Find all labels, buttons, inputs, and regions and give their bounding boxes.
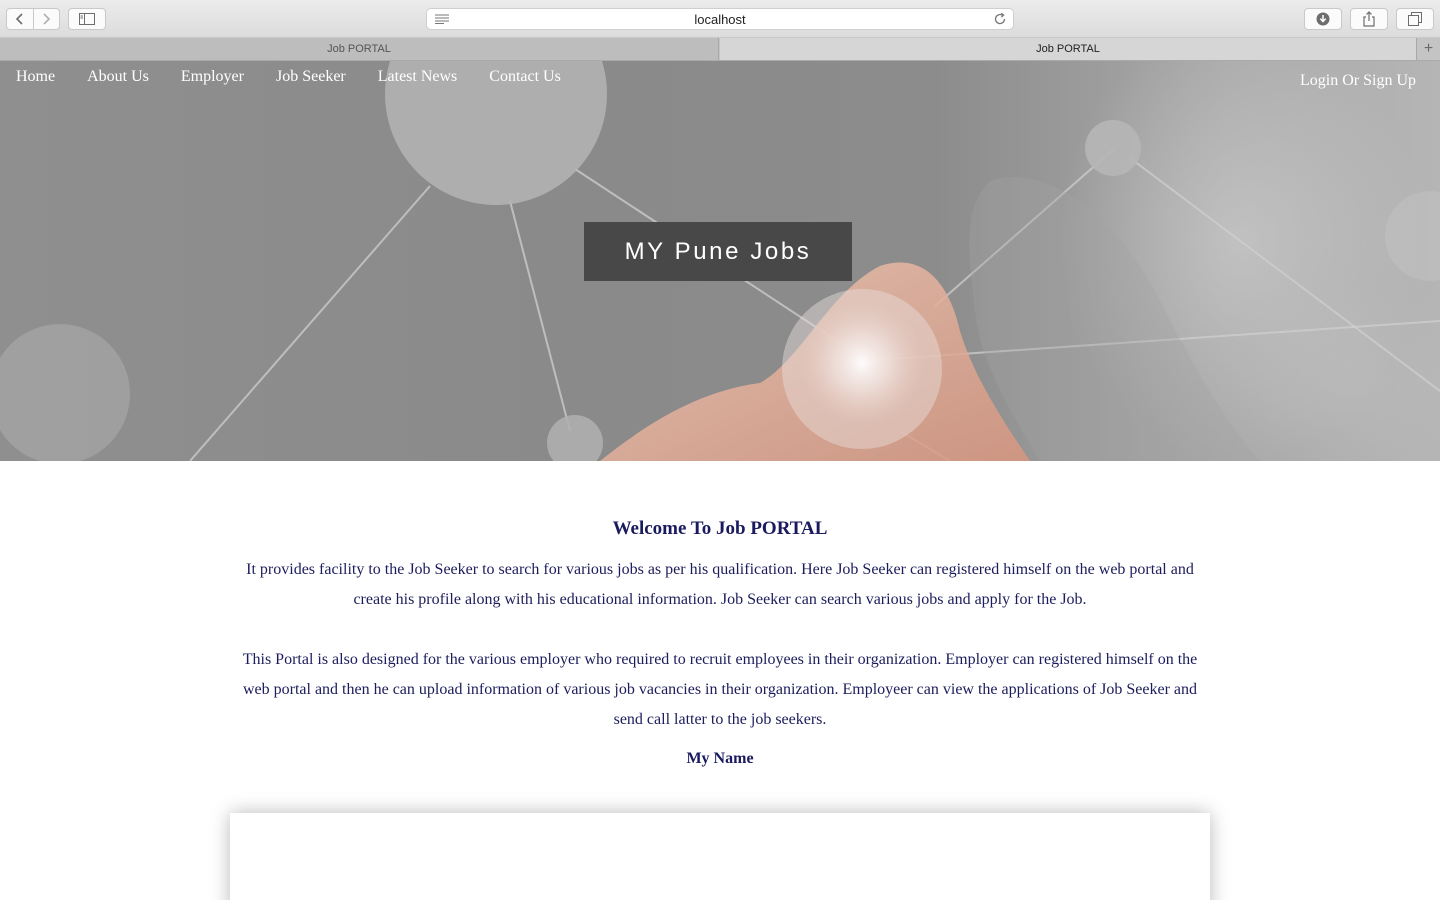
content-card bbox=[230, 813, 1210, 900]
nav-contact-us[interactable]: Contact Us bbox=[489, 68, 561, 86]
main-nav: Home About Us Employer Job Seeker Latest… bbox=[16, 68, 593, 86]
address-bar[interactable]: localhost bbox=[426, 8, 1014, 30]
sidebar-icon[interactable] bbox=[68, 8, 106, 30]
back-icon[interactable] bbox=[7, 9, 33, 29]
nav-home[interactable]: Home bbox=[16, 68, 55, 86]
reload-icon[interactable] bbox=[993, 12, 1007, 26]
download-icon[interactable] bbox=[1304, 8, 1342, 30]
welcome-heading: Welcome To Job PORTAL bbox=[612, 518, 828, 539]
reader-icon[interactable] bbox=[435, 14, 449, 24]
intro-paragraph-employer: This Portal is also designed for the var… bbox=[242, 651, 1198, 728]
history-nav-group bbox=[6, 8, 60, 30]
my-name-label: My Name bbox=[686, 750, 754, 767]
tab-bar: Job PORTAL Job PORTAL + bbox=[0, 38, 1440, 61]
tabs-overview-icon[interactable] bbox=[1396, 8, 1434, 30]
tab-job-portal-2[interactable]: Job PORTAL bbox=[720, 38, 1416, 60]
nav-job-seeker[interactable]: Job Seeker bbox=[276, 68, 346, 86]
hero-banner: Home About Us Employer Job Seeker Latest… bbox=[0, 61, 1440, 461]
forward-icon[interactable] bbox=[32, 9, 59, 29]
browser-toolbar: localhost bbox=[0, 0, 1440, 38]
url-text: localhost bbox=[694, 11, 746, 27]
intro-paragraph-job-seeker: It provides facility to the Job Seeker t… bbox=[246, 561, 1194, 608]
nav-latest-news[interactable]: Latest News bbox=[378, 68, 458, 86]
hero-title: MY Pune Jobs bbox=[584, 222, 852, 281]
share-icon[interactable] bbox=[1350, 8, 1388, 30]
nav-employer[interactable]: Employer bbox=[181, 68, 244, 86]
nav-about-us[interactable]: About Us bbox=[87, 68, 149, 86]
main-content: Welcome To Job PORTAL It provides facili… bbox=[220, 461, 1220, 768]
new-tab-icon[interactable]: + bbox=[1416, 38, 1440, 60]
login-signup-link[interactable]: Login Or Sign Up bbox=[1300, 72, 1416, 90]
tab-job-portal-1[interactable]: Job PORTAL bbox=[0, 38, 719, 60]
